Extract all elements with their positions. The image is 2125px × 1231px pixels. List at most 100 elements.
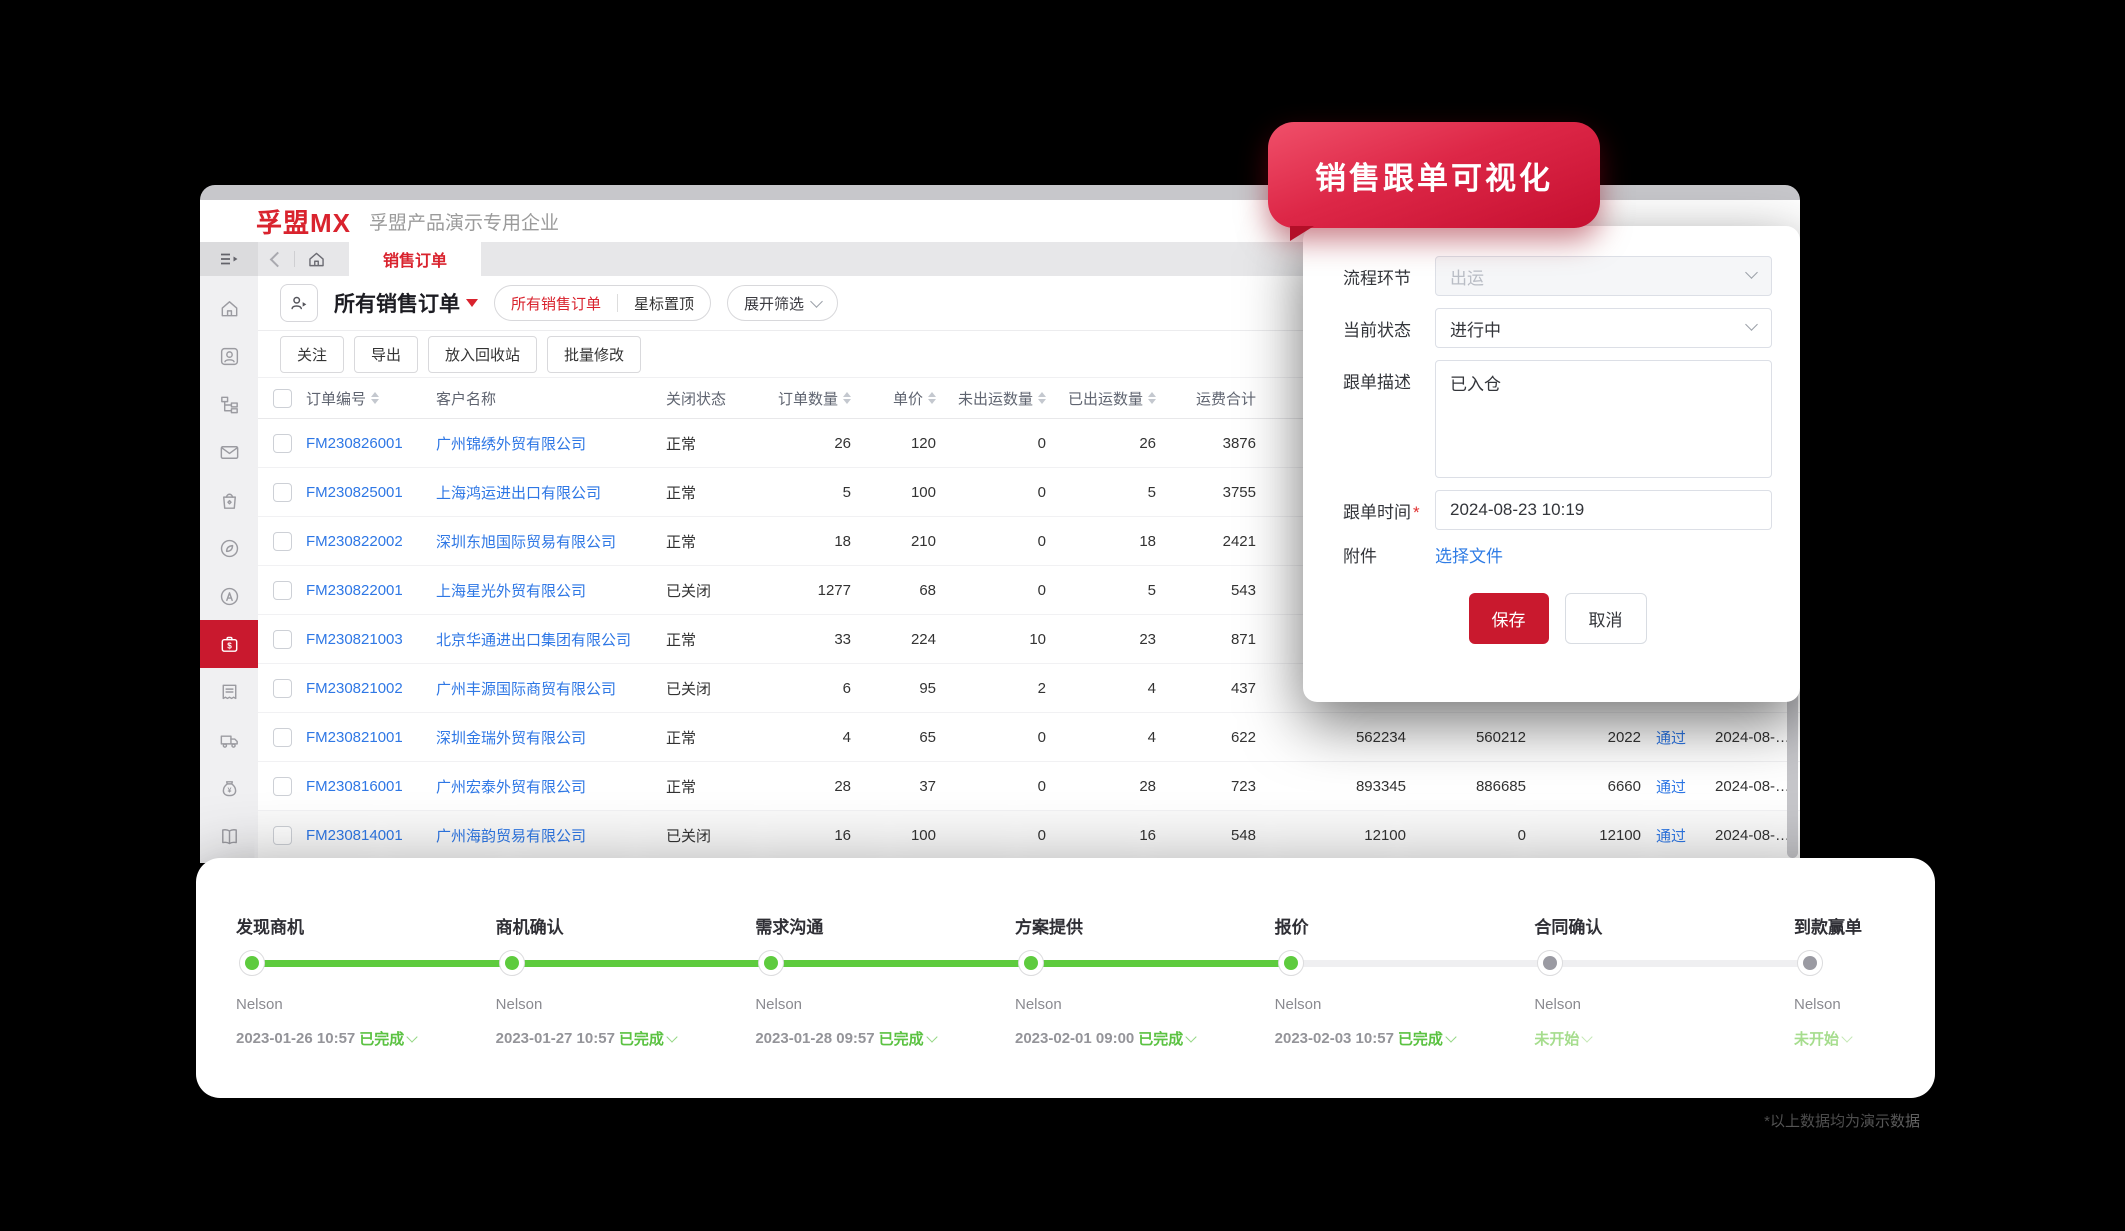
customer-name-link[interactable]: 深圳东旭国际贸易有限公司	[436, 531, 666, 552]
assign-user-button[interactable]	[280, 284, 318, 322]
customer-name-link[interactable]: 北京华通进出口集团有限公司	[436, 629, 666, 650]
row-checkbox[interactable]	[273, 532, 292, 551]
row-checkbox[interactable]	[273, 434, 292, 453]
table-cell: 6660	[1526, 778, 1641, 795]
customer-name-link[interactable]: 广州宏泰外贸有限公司	[436, 776, 666, 797]
follow-time-input[interactable]: 2024-08-23 10:19	[1435, 490, 1772, 530]
customer-name-link[interactable]: 广州海韵贸易有限公司	[436, 825, 666, 846]
sidebar-item-truck[interactable]	[200, 716, 258, 764]
process-step-select[interactable]: 出运	[1435, 256, 1772, 296]
row-checkbox[interactable]	[273, 826, 292, 845]
table-cell: 4	[1046, 729, 1156, 746]
collapse-menu-icon	[217, 247, 241, 271]
sidebar-item-ledger[interactable]	[200, 812, 258, 860]
order-number-link[interactable]: FM230822001	[306, 582, 436, 599]
sidebar-item-circle-a[interactable]	[200, 572, 258, 620]
sidebar-item-sales-order[interactable]: $	[200, 620, 258, 668]
table-cell: 2421	[1156, 533, 1256, 550]
order-number-link[interactable]: FM230822002	[306, 533, 436, 550]
order-number-link[interactable]: FM230821003	[306, 631, 436, 648]
customer-name-link[interactable]: 广州丰源国际商贸有限公司	[436, 678, 666, 699]
stage-status-dropdown[interactable]: 未开始	[1794, 1028, 1839, 1049]
stage-time: 2023-01-27 10:57	[496, 1030, 615, 1047]
sidebar-item-shopping-bag[interactable]	[200, 476, 258, 524]
segment-all-orders[interactable]: 所有销售订单	[495, 286, 617, 320]
stage-status-dropdown[interactable]: 已完成	[1138, 1028, 1183, 1049]
approval-pass-link[interactable]: 通过	[1641, 776, 1701, 797]
segment-star-pinned[interactable]: 星标置顶	[618, 286, 710, 320]
stage-label: 商机确认	[496, 913, 564, 938]
stage-status-dropdown[interactable]: 未开始	[1534, 1028, 1579, 1049]
current-status-select[interactable]: 进行中	[1435, 308, 1772, 348]
cancel-button[interactable]: 取消	[1565, 593, 1647, 644]
customer-name-link[interactable]: 深圳金瑞外贸有限公司	[436, 727, 666, 748]
column-header: 未出运数量	[958, 388, 1033, 409]
select-all-checkbox[interactable]	[273, 389, 292, 408]
sort-icon[interactable]	[843, 392, 851, 404]
sort-icon[interactable]	[371, 392, 379, 404]
table-cell: 562234	[1256, 729, 1406, 746]
back-icon[interactable]	[270, 251, 286, 267]
approval-pass-link[interactable]: 通过	[1641, 825, 1701, 846]
follow-button[interactable]: 关注	[280, 336, 344, 373]
row-checkbox[interactable]	[273, 679, 292, 698]
row-checkbox[interactable]	[273, 728, 292, 747]
chevron-down-icon[interactable]	[1841, 1031, 1852, 1042]
order-number-link[interactable]: FM230825001	[306, 484, 436, 501]
recycle-bin-button[interactable]: 放入回收站	[428, 336, 537, 373]
follow-desc-textarea[interactable]: 已入仓	[1435, 360, 1772, 478]
row-checkbox[interactable]	[273, 630, 292, 649]
stage-dot-done	[499, 950, 525, 976]
table-cell: 68	[851, 582, 936, 599]
stage-status-dropdown[interactable]: 已完成	[359, 1028, 404, 1049]
expand-filter-button[interactable]: 展开筛选	[727, 285, 838, 321]
sort-icon[interactable]	[1148, 392, 1156, 404]
stage-status-row: 未开始	[1794, 1028, 1851, 1049]
order-number-link[interactable]: FM230821002	[306, 680, 436, 697]
sidebar-item-mail[interactable]	[200, 428, 258, 476]
sidebar-item-receipt[interactable]	[200, 668, 258, 716]
sales-stage-timeline-card: 发现商机Nelson2023-01-26 10:57已完成商机确认Nelson2…	[196, 858, 1935, 1098]
sort-icon[interactable]	[928, 392, 936, 404]
approval-pass-link[interactable]: 通过	[1641, 727, 1701, 748]
view-title-dropdown[interactable]: 所有销售订单	[334, 288, 478, 318]
customer-name-link[interactable]: 上海星光外贸有限公司	[436, 580, 666, 601]
sidebar-item-home[interactable]	[200, 284, 258, 332]
customer-name-link[interactable]: 广州锦绣外贸有限公司	[436, 433, 666, 454]
chevron-down-icon[interactable]	[666, 1031, 677, 1042]
sidebar-item-org-tree[interactable]	[200, 380, 258, 428]
order-number-link[interactable]: FM230814001	[306, 827, 436, 844]
save-button[interactable]: 保存	[1469, 593, 1549, 644]
row-checkbox[interactable]	[273, 483, 292, 502]
export-button[interactable]: 导出	[354, 336, 418, 373]
stage-status-dropdown[interactable]: 已完成	[1398, 1028, 1443, 1049]
stage-status-dropdown[interactable]: 已完成	[879, 1028, 924, 1049]
chevron-down-icon[interactable]	[1186, 1031, 1197, 1042]
batch-edit-button[interactable]: 批量修改	[547, 336, 641, 373]
sidebar-collapse-button[interactable]	[200, 242, 258, 276]
row-checkbox[interactable]	[273, 581, 292, 600]
choose-file-link[interactable]: 选择文件	[1435, 542, 1772, 567]
table-cell: 26	[756, 435, 851, 452]
stage-status-dropdown[interactable]: 已完成	[619, 1028, 664, 1049]
order-number-link[interactable]: FM230821001	[306, 729, 436, 746]
table-cell: 100	[851, 827, 936, 844]
chevron-down-icon[interactable]	[407, 1031, 418, 1042]
table-cell: 3876	[1156, 435, 1256, 452]
table-cell: 6	[756, 680, 851, 697]
chevron-down-icon[interactable]	[926, 1031, 937, 1042]
table-cell: 18	[1046, 533, 1156, 550]
table-row: FM230816001广州宏泰外贸有限公司正常28370287238933458…	[258, 762, 1800, 811]
sidebar-item-user[interactable]	[200, 332, 258, 380]
home-tab-icon[interactable]	[306, 249, 327, 270]
sidebar-item-compass[interactable]	[200, 524, 258, 572]
chevron-down-icon[interactable]	[1445, 1031, 1456, 1042]
chevron-down-icon[interactable]	[1582, 1031, 1593, 1042]
tab-sales-order[interactable]: 销售订单	[349, 242, 481, 276]
order-number-link[interactable]: FM230826001	[306, 435, 436, 452]
row-checkbox[interactable]	[273, 777, 292, 796]
customer-name-link[interactable]: 上海鸿运进出口有限公司	[436, 482, 666, 503]
order-number-link[interactable]: FM230816001	[306, 778, 436, 795]
sort-icon[interactable]	[1038, 392, 1046, 404]
sidebar-item-money-bag[interactable]: ¥	[200, 764, 258, 812]
